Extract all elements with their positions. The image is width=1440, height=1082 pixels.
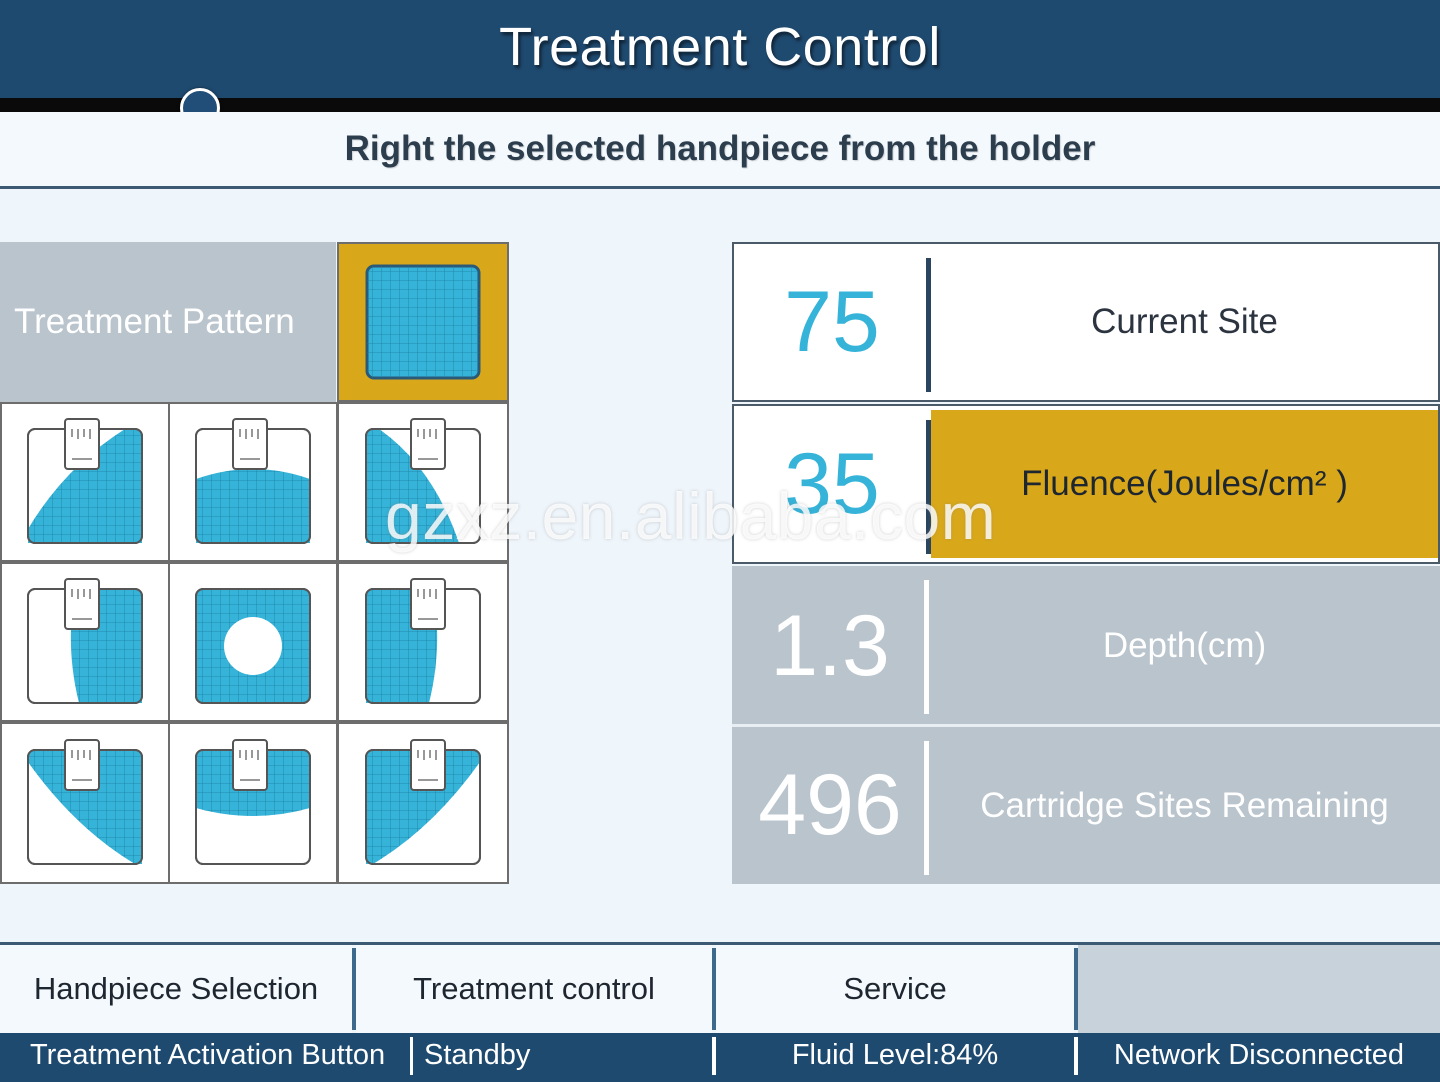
cartridge-value: 496: [758, 757, 902, 853]
instruction-divider: [0, 186, 1440, 189]
pattern-top-right-curve-icon: [365, 739, 481, 865]
activation-label: Treatment Activation Button: [30, 1038, 386, 1071]
depth-value: 1.3: [770, 597, 890, 694]
treatment-stats-panel: 75 Current Site 35 Fluence(Joules/cm² ) …: [732, 242, 1440, 884]
pattern-option-4[interactable]: [0, 562, 170, 722]
standby-status: Standby: [424, 1033, 530, 1077]
current-site-value: 75: [784, 273, 880, 370]
fluid-level-status: Fluid Level:84%: [716, 1033, 1074, 1077]
pattern-right-half-icon: [27, 578, 143, 704]
pattern-top-left-curve-icon: [27, 739, 143, 865]
fluid-level-label: Fluid Level:84%: [791, 1038, 999, 1071]
activation-status: Treatment Activation Button: [30, 1033, 385, 1077]
fluence-label: Fluence(Joules/cm² ): [931, 410, 1438, 558]
cartridge-row[interactable]: 496 Cartridge Sites Remaining: [732, 724, 1440, 884]
tab-service[interactable]: Service: [716, 945, 1074, 1033]
pattern-option-1[interactable]: [0, 402, 170, 562]
pattern-option-3[interactable]: [337, 402, 509, 562]
tab-treatment-control[interactable]: Treatment control: [356, 945, 712, 1033]
pattern-option-5[interactable]: [168, 562, 338, 722]
pattern-option-8[interactable]: [168, 722, 338, 884]
depth-row[interactable]: 1.3 Depth(cm): [732, 566, 1440, 726]
instruction-text: Right the selected handpiece from the ho…: [0, 112, 1440, 186]
current-site-row[interactable]: 75 Current Site: [732, 242, 1440, 402]
pattern-center-hole-icon: [195, 588, 311, 704]
pattern-left-half-icon: [365, 578, 481, 704]
pattern-bottom-arc-icon: [195, 418, 311, 544]
network-status: Network Disconnected: [1078, 1033, 1440, 1077]
fluence-value: 35: [784, 435, 880, 532]
treatment-pattern-label: Treatment Pattern: [0, 242, 336, 402]
pattern-option-2[interactable]: [168, 402, 338, 562]
pattern-top-arc-icon: [195, 739, 311, 865]
current-site-label: Current Site: [1091, 302, 1278, 341]
pattern-option-9[interactable]: [337, 722, 509, 884]
pattern-left-curve-icon: [365, 418, 481, 544]
tab-handpiece-selection[interactable]: Handpiece Selection: [0, 945, 352, 1033]
status-separator: [410, 1037, 413, 1075]
depth-label: Depth(cm): [1102, 626, 1267, 665]
pattern-option-6[interactable]: [337, 562, 509, 722]
title-bar: Treatment Control: [0, 0, 1440, 98]
tab-empty[interactable]: [1078, 945, 1440, 1033]
cartridge-label: Cartridge Sites Remaining: [980, 785, 1389, 825]
treatment-pattern-text: Treatment Pattern: [14, 302, 295, 341]
selected-pattern[interactable]: [337, 242, 509, 402]
full-square-pattern-icon: [365, 264, 481, 380]
page-title: Treatment Control: [499, 17, 941, 77]
network-label: Network Disconnected: [1113, 1038, 1405, 1071]
status-bar: Treatment Activation Button Standby Flui…: [0, 1033, 1440, 1082]
pattern-option-7[interactable]: [0, 722, 170, 884]
fluence-row[interactable]: 35 Fluence(Joules/cm² ): [732, 404, 1440, 564]
pattern-bottom-right-curve-icon: [27, 418, 143, 544]
standby-label: Standby: [424, 1038, 531, 1071]
